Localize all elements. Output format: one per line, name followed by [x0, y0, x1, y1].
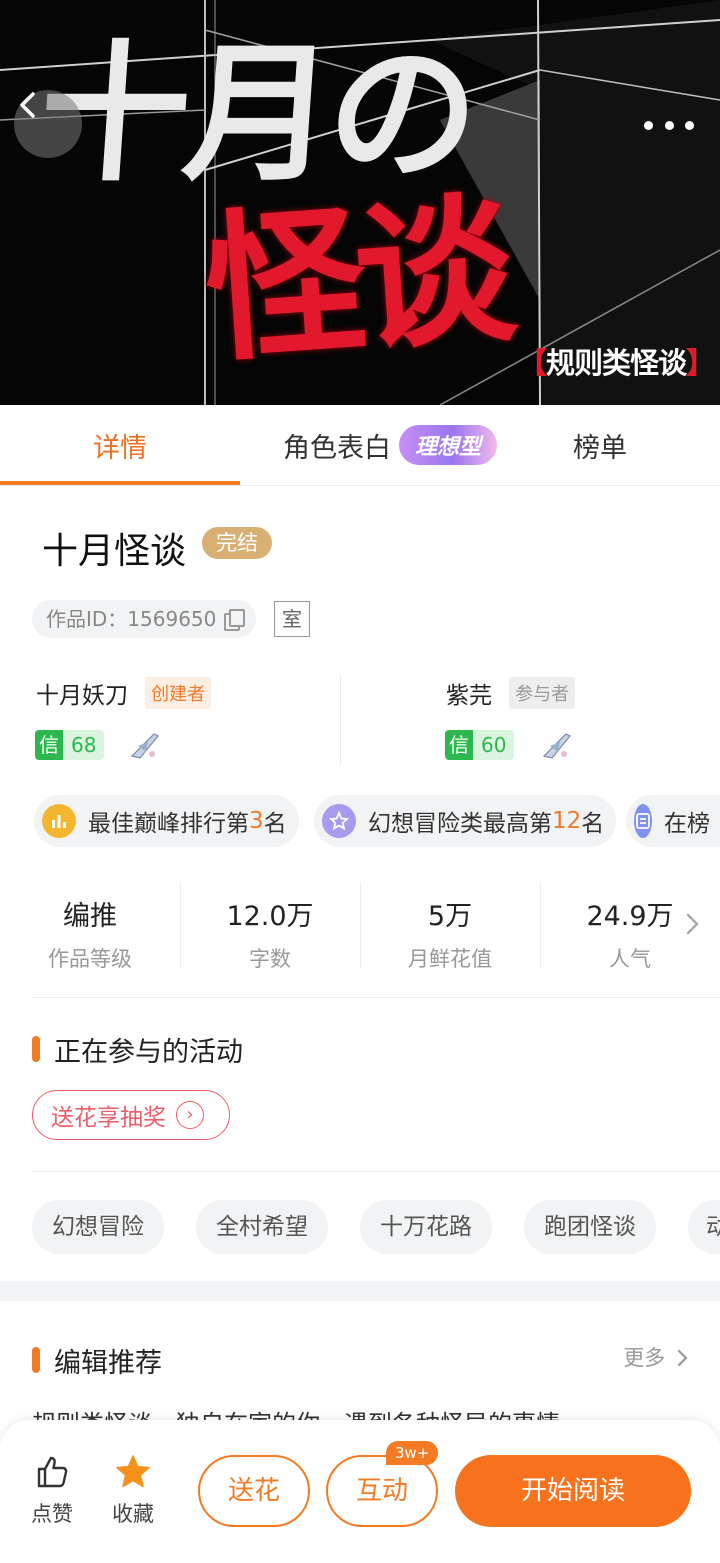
divider [32, 997, 720, 998]
tag-chip[interactable]: 十万花路 [360, 1200, 492, 1254]
author-participant[interactable]: 紫芫 参与者 [446, 676, 576, 710]
divider [32, 1171, 720, 1172]
stat-value: 编推 [63, 901, 117, 932]
work-id-text: 作品ID：1569650 [46, 607, 217, 631]
star-icon [116, 1455, 150, 1488]
star-badge-icon [322, 804, 356, 838]
ideal-type-badge: 理想型 [398, 425, 497, 465]
author-creator[interactable]: 十月妖刀 创建者 [36, 676, 212, 710]
stat-monthly-flowers: 5万 月鲜花值 [360, 880, 540, 971]
bottom-action-bar: 点赞 收藏 送花 互动 3w+ 开始阅读 [0, 1420, 720, 1563]
rank-chip-category[interactable]: 幻想冒险类最高第 12 名 [314, 795, 617, 847]
more-link[interactable]: 更多 [623, 1342, 688, 1372]
stat-grade: 编推 作品等级 [0, 880, 180, 971]
section-accent-bar [32, 1036, 40, 1062]
chevron-right-icon [677, 1349, 688, 1367]
plane-medal-icon [130, 733, 159, 759]
author-name: 十月妖刀 [36, 683, 128, 709]
more-button[interactable] [644, 110, 694, 140]
send-flower-button[interactable]: 送花 [198, 1455, 310, 1527]
tag-chip[interactable]: 全村希望 [196, 1200, 328, 1254]
tab-bar: 详情 角色表白 理想型 榜单 [0, 405, 720, 486]
author-name: 紫芫 [446, 683, 492, 709]
editor-recommend-title: 编辑推荐 [54, 1348, 162, 1379]
room-button[interactable]: 室 [274, 601, 310, 637]
tag-chip[interactable]: 动 [688, 1200, 720, 1254]
activities-title: 正在参与的活动 [54, 1037, 243, 1068]
cover-image: 十月の 怪谈 【规则类怪谈】 [0, 0, 720, 405]
rank-chip-on-list[interactable]: 在榜 [626, 795, 720, 847]
chevron-right-circle-icon: › [176, 1101, 204, 1129]
like-button[interactable]: 点赞 [22, 1454, 82, 1528]
favorite-button[interactable]: 收藏 [103, 1454, 163, 1528]
work-id-pill[interactable]: 作品ID：1569650 [32, 600, 257, 638]
chevron-right-icon[interactable] [684, 912, 700, 936]
trust-badge: 信 68 [35, 730, 105, 760]
stat-label: 人气 [609, 947, 651, 971]
plane-medal-icon [542, 733, 571, 759]
activity-flower-lottery-button[interactable]: 送花享抽奖 › [32, 1090, 230, 1140]
book-title: 十月怪谈 [42, 531, 187, 572]
stat-label: 月鲜花值 [408, 947, 492, 971]
role-badge: 创建者 [145, 677, 212, 709]
interact-count-badge: 3w+ [386, 1441, 439, 1465]
trust-badge: 信 60 [445, 730, 515, 760]
tab-character-confession[interactable]: 角色表白 理想型 [240, 405, 540, 485]
list-doc-icon [634, 804, 652, 838]
status-badge: 完结 [202, 527, 272, 559]
cover-genre-tag: 【规则类怪谈】 [517, 346, 715, 380]
stat-label: 作品等级 [48, 947, 132, 971]
tag-chip[interactable]: 幻想冒险 [32, 1200, 164, 1254]
stat-value: 12.0万 [226, 901, 314, 932]
rank-chip-peak[interactable]: 最佳巅峰排行第 3 名 [34, 795, 299, 847]
section-gap [0, 1281, 720, 1301]
more-horizontal-icon [644, 120, 653, 130]
stat-word-count: 12.0万 字数 [180, 880, 360, 971]
author-divider [340, 676, 341, 764]
stat-value: 5万 [427, 901, 473, 932]
chevron-left-icon [20, 92, 35, 118]
start-reading-button[interactable]: 开始阅读 [455, 1455, 691, 1527]
tab-rankings[interactable]: 榜单 [540, 405, 660, 485]
tab-details[interactable]: 详情 [0, 405, 240, 485]
copy-icon[interactable] [224, 609, 246, 631]
stat-label: 字数 [249, 947, 291, 971]
thumbs-up-icon [37, 1456, 68, 1488]
active-tab-indicator [0, 481, 240, 485]
cover-title-line1: 十月の [33, 28, 479, 202]
section-accent-bar [32, 1347, 40, 1373]
interact-button[interactable]: 互动 [326, 1455, 438, 1527]
back-button[interactable] [14, 90, 82, 158]
role-badge: 参与者 [509, 677, 576, 709]
bar-chart-icon [42, 804, 76, 838]
cover-title-line2: 怪谈 [198, 175, 512, 385]
tag-chip[interactable]: 跑团怪谈 [524, 1200, 656, 1254]
